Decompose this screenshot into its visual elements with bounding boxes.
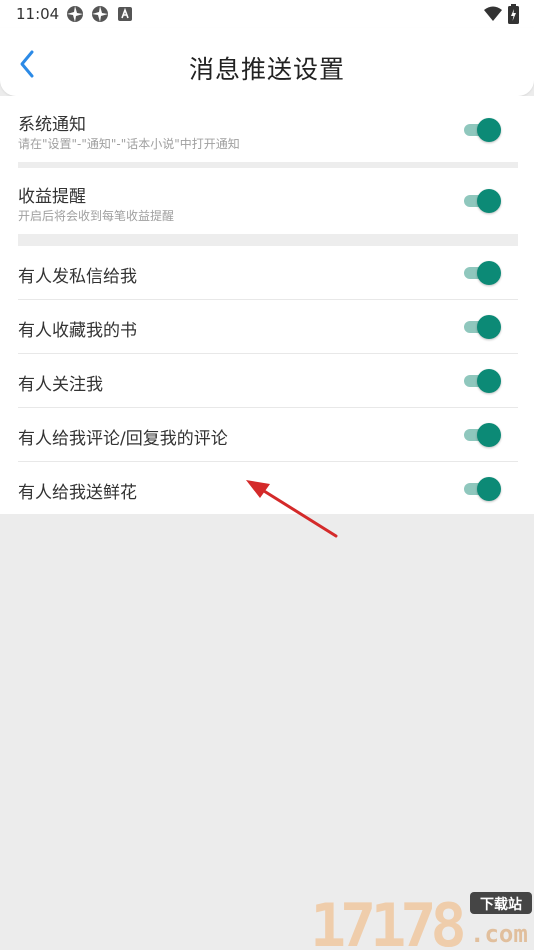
setting-title: 系统通知 [18, 115, 86, 135]
status-bar: 11:04 [0, 0, 534, 28]
flowers-toggle[interactable] [464, 477, 502, 501]
watermark: 17178 下载站 .com [308, 886, 534, 950]
watermark-logo: 17178 下载站 .com [310, 891, 532, 950]
setting-row-comments: 有人给我评论/回复我的评论 [18, 408, 518, 461]
toggle-knob [477, 261, 501, 285]
setting-title: 有人给我送鲜花 [18, 483, 137, 503]
svg-text:下载站: 下载站 [480, 896, 522, 913]
comments-toggle[interactable] [464, 423, 502, 447]
settings-list: 系统通知 请在"设置"-"通知"-"话本小说"中打开通知 收益提醒 开启后将会收… [0, 96, 534, 514]
book-favorited-toggle[interactable] [464, 315, 502, 339]
setting-row-book-favorited: 有人收藏我的书 [18, 300, 518, 353]
toggle-knob [477, 315, 501, 339]
new-follower-toggle[interactable] [464, 369, 502, 393]
toggle-knob [477, 369, 501, 393]
status-time: 11:04 [16, 5, 60, 23]
app-header: 消息推送设置 [0, 28, 534, 96]
setting-title: 有人收藏我的书 [18, 321, 137, 341]
setting-description: 开启后将会收到每笔收益提醒 [18, 209, 175, 223]
section-divider [18, 234, 518, 246]
setting-title: 有人给我评论/回复我的评论 [18, 429, 228, 449]
setting-title: 收益提醒 [18, 187, 86, 207]
toggle-knob [477, 423, 501, 447]
page-title: 消息推送设置 [188, 55, 345, 84]
aperture-icon [92, 6, 108, 22]
setting-row-new-follower: 有人关注我 [18, 354, 518, 407]
toggle-knob [477, 118, 501, 142]
wifi-icon [484, 6, 502, 21]
svg-text:17178: 17178 [310, 891, 463, 950]
toggle-knob [477, 477, 501, 501]
private-message-toggle[interactable] [464, 261, 502, 285]
letter-a-icon [118, 7, 132, 21]
annotation-arrow-icon [246, 480, 338, 538]
battery-charging-icon [508, 4, 519, 24]
setting-row-system-notification: 系统通知 请在"设置"-"通知"-"话本小说"中打开通知 [18, 96, 518, 162]
earnings-reminder-toggle[interactable] [464, 189, 502, 213]
svg-text:.com: .com [470, 920, 528, 948]
setting-row-private-message: 有人发私信给我 [18, 246, 518, 299]
setting-title: 有人发私信给我 [18, 267, 137, 287]
setting-row-earnings-reminder: 收益提醒 开启后将会收到每笔收益提醒 [18, 168, 518, 234]
setting-description: 请在"设置"-"通知"-"话本小说"中打开通知 [18, 137, 240, 151]
system-notification-toggle[interactable] [464, 118, 502, 142]
aperture-icon [67, 6, 83, 22]
setting-title: 有人关注我 [18, 375, 103, 395]
toggle-knob [477, 189, 501, 213]
